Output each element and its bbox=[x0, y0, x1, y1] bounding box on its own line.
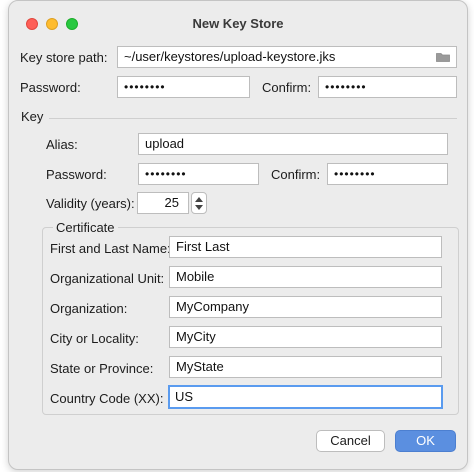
keystore-path-value: ~/user/keystores/upload-keystore.jks bbox=[124, 49, 336, 64]
country-code-field[interactable]: US bbox=[168, 385, 443, 409]
organization-field[interactable]: MyCompany bbox=[169, 296, 442, 318]
ok-button[interactable]: OK bbox=[395, 430, 456, 452]
alias-label: Alias: bbox=[46, 137, 78, 152]
certificate-legend: Certificate bbox=[53, 220, 118, 235]
key-password-field[interactable]: •••••••• bbox=[138, 163, 259, 185]
alias-field[interactable]: upload bbox=[138, 133, 448, 155]
key-password-label: Password: bbox=[46, 167, 107, 182]
stepper-up-icon[interactable] bbox=[195, 197, 203, 202]
country-code-label: Country Code (XX): bbox=[50, 391, 164, 406]
organizational-unit-label: Organizational Unit: bbox=[50, 271, 165, 286]
keystore-confirm-label: Confirm: bbox=[262, 80, 312, 95]
key-confirm-field[interactable]: •••••••• bbox=[327, 163, 448, 185]
organization-label: Organization: bbox=[50, 301, 128, 316]
keystore-password-field[interactable]: •••••••• bbox=[117, 76, 250, 98]
folder-icon[interactable] bbox=[436, 52, 450, 62]
first-last-name-field[interactable]: First Last bbox=[169, 236, 442, 258]
stepper-down-icon[interactable] bbox=[195, 205, 203, 210]
keystore-path-field[interactable]: ~/user/keystores/upload-keystore.jks bbox=[117, 46, 457, 68]
window-title: New Key Store bbox=[192, 16, 284, 31]
key-section-label: Key bbox=[21, 109, 50, 124]
first-last-name-label: First and Last Name: bbox=[50, 241, 171, 256]
city-field[interactable]: MyCity bbox=[169, 326, 442, 348]
state-field[interactable]: MyState bbox=[169, 356, 442, 378]
keystore-path-label: Key store path: bbox=[20, 50, 108, 65]
state-label: State or Province: bbox=[50, 361, 154, 376]
keystore-confirm-field[interactable]: •••••••• bbox=[318, 76, 457, 98]
validity-stepper[interactable] bbox=[191, 192, 207, 214]
title-bar: New Key Store bbox=[9, 1, 467, 35]
key-confirm-label: Confirm: bbox=[271, 167, 321, 182]
city-label: City or Locality: bbox=[50, 331, 139, 346]
cancel-button[interactable]: Cancel bbox=[316, 430, 385, 452]
validity-label: Validity (years): bbox=[46, 196, 135, 211]
keystore-password-label: Password: bbox=[20, 80, 81, 95]
validity-input[interactable]: 25 bbox=[137, 192, 189, 214]
key-section-divider bbox=[45, 118, 457, 119]
organizational-unit-field[interactable]: Mobile bbox=[169, 266, 442, 288]
new-key-store-dialog: New Key Store Key store path: ~/user/key… bbox=[8, 0, 468, 470]
